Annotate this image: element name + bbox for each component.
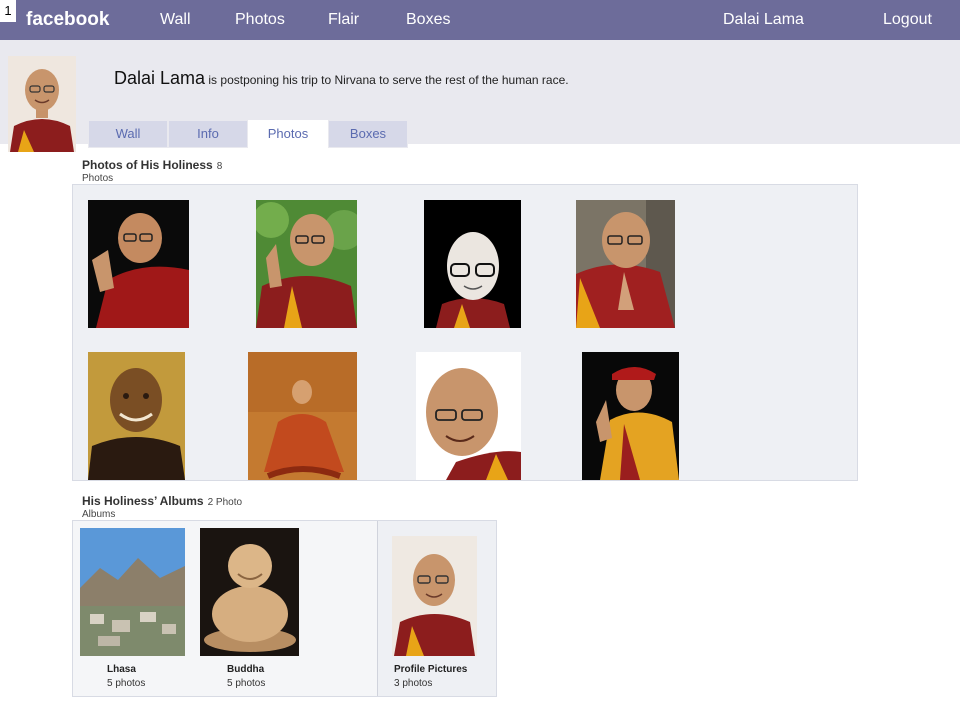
tab-wall[interactable]: Wall — [88, 120, 168, 148]
album-cover-lhasa[interactable] — [80, 528, 185, 656]
photo-thumbnail[interactable] — [256, 200, 357, 328]
nav-boxes-link[interactable]: Boxes — [406, 11, 450, 29]
album-photo-count: 5 photos — [227, 678, 266, 689]
photo-grid — [72, 184, 858, 481]
photos-title-text[interactable]: Photos of His Holiness — [82, 158, 213, 172]
nav-user-link[interactable]: Dalai Lama — [723, 11, 804, 29]
slide-number: 1 — [0, 0, 16, 22]
photo-thumbnail[interactable] — [88, 200, 189, 328]
photo-thumbnail[interactable] — [582, 352, 679, 480]
profile-picture[interactable] — [8, 56, 76, 152]
photos-section-subtitle: Photos — [82, 173, 114, 184]
tab-boxes[interactable]: Boxes — [328, 120, 408, 148]
top-navigation-bar: facebook Wall Photos Flair Boxes Dalai L… — [0, 0, 960, 40]
albums-section-title: His Holiness’ Albums 2 Photo — [82, 494, 242, 508]
album-photo-count: 3 photos — [394, 678, 433, 689]
tab-photos[interactable]: Photos — [248, 120, 328, 148]
album-cover-profile-pictures[interactable] — [392, 536, 477, 656]
albums-section-subtitle: Albums — [82, 509, 116, 520]
status-text: is postponing his trip to Nirvana to ser… — [208, 73, 569, 87]
logout-link[interactable]: Logout — [883, 11, 932, 29]
facebook-logo[interactable]: facebook — [26, 9, 109, 31]
photos-count: 8 — [216, 161, 223, 172]
profile-tabs: Wall Info Photos Boxes — [88, 120, 408, 148]
album-cover-buddha[interactable] — [200, 528, 299, 656]
albums-title-text[interactable]: His Holiness’ Albums — [82, 494, 204, 508]
nav-wall-link[interactable]: Wall — [160, 11, 191, 29]
profile-name[interactable]: Dalai Lama — [114, 68, 205, 88]
nav-flair-link[interactable]: Flair — [328, 11, 359, 29]
photo-thumbnail[interactable] — [88, 352, 185, 480]
status-line: Dalai Lama is postponing his trip to Nir… — [114, 68, 569, 89]
album-name[interactable]: Lhasa — [107, 664, 136, 675]
photo-thumbnail[interactable] — [248, 352, 357, 480]
photo-thumbnail[interactable] — [424, 200, 521, 328]
albums-panel: Lhasa 5 photos Buddha 5 photos Profile P… — [72, 520, 497, 697]
album-photo-count: 5 photos — [107, 678, 146, 689]
album-name[interactable]: Buddha — [227, 664, 264, 675]
photo-thumbnail[interactable] — [576, 200, 675, 328]
photos-section-title: Photos of His Holiness 8 — [82, 158, 222, 172]
tab-info[interactable]: Info — [168, 120, 248, 148]
nav-photos-link[interactable]: Photos — [235, 11, 285, 29]
albums-count: 2 Photo — [207, 497, 243, 508]
photo-thumbnail[interactable] — [416, 352, 521, 480]
album-name[interactable]: Profile Pictures — [394, 664, 467, 675]
